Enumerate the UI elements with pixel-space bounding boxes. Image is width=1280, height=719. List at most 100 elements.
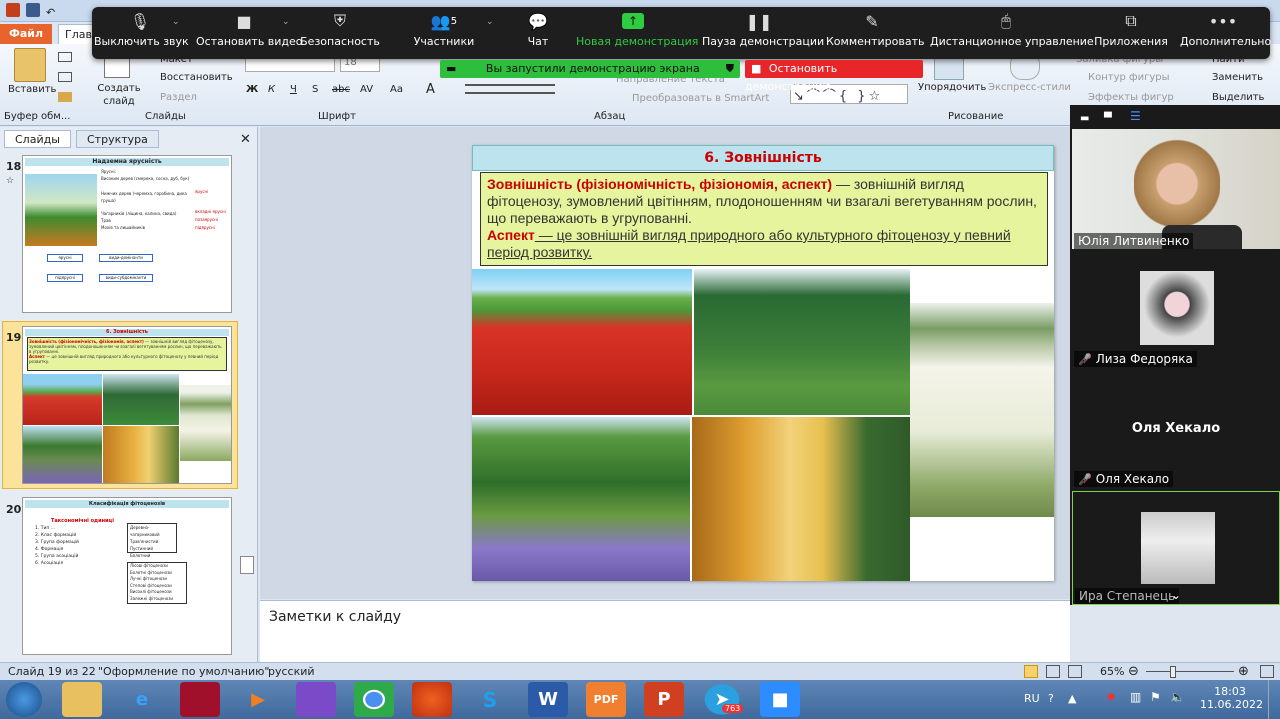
font-color-button[interactable]: A: [426, 82, 435, 97]
tab-slides[interactable]: Слайды: [4, 130, 71, 148]
thumb-box-item: Трав'янистий: [130, 539, 159, 544]
firefox-icon[interactable]: [412, 682, 452, 717]
remote-control-button[interactable]: 🖱 Дистанционное управление: [930, 7, 1094, 59]
section-button[interactable]: Раздел: [160, 92, 197, 103]
replace-button[interactable]: Заменить: [1212, 72, 1263, 83]
explorer-icon[interactable]: [62, 682, 102, 717]
format-painter-icon[interactable]: [58, 92, 72, 102]
zoom-level[interactable]: 65%: [1100, 663, 1124, 681]
skype-icon[interactable]: S: [470, 682, 510, 717]
flag-icon[interactable]: ⚑: [1150, 690, 1161, 704]
gallery-view-icon[interactable]: ☰: [1130, 109, 1141, 123]
slide-text-box[interactable]: Зовнішність (фізіономічність, фізіономія…: [480, 172, 1048, 266]
close-pane-icon[interactable]: ✕: [240, 132, 251, 147]
show-desktop-button[interactable]: [1268, 680, 1280, 719]
video-tile[interactable]: 🎤̸ Лиза Федоряка: [1072, 251, 1280, 369]
volume-icon[interactable]: 🔈: [1170, 690, 1185, 704]
reset-button[interactable]: Восстановить: [160, 72, 233, 83]
quick-styles-button[interactable]: Экспресс-стили: [988, 82, 1071, 93]
pdf-icon[interactable]: PDF: [586, 682, 626, 717]
tray-zoom-icon[interactable]: ✸: [1106, 690, 1116, 704]
slide-title[interactable]: 6. Зовнішність: [472, 145, 1054, 171]
video-tile[interactable]: Юлія Литвиненко: [1072, 129, 1280, 249]
shape-outline-button[interactable]: Контур фигуры: [1088, 72, 1170, 83]
help-icon[interactable]: ?: [1048, 692, 1054, 705]
copy-icon[interactable]: [58, 72, 72, 82]
internet-explorer-icon[interactable]: e: [122, 682, 162, 717]
save-floppy-icon[interactable]: [180, 682, 220, 717]
slide-notes[interactable]: Заметки к слайду: [260, 600, 1070, 662]
zoom-in-icon[interactable]: ⊕: [1238, 663, 1249, 681]
tray-chevron-icon[interactable]: ▲: [1068, 692, 1076, 705]
tab-outline[interactable]: Структура: [76, 130, 159, 148]
shadow-button[interactable]: S: [312, 84, 318, 95]
stop-share-button[interactable]: ■ Остановить демонстрацию: [745, 60, 923, 93]
word-icon[interactable]: W: [528, 682, 568, 717]
chrome-icon[interactable]: [354, 682, 394, 717]
file-tab[interactable]: Файл: [0, 24, 52, 44]
pane-scrollbar-thumb[interactable]: [240, 556, 254, 574]
keyboard-language[interactable]: RU: [1024, 692, 1040, 705]
zoom-out-icon[interactable]: ⊖: [1128, 663, 1139, 681]
underline-button[interactable]: Ч: [290, 84, 297, 95]
slide-thumb-18[interactable]: Надземна ярусність Ярусні: Високим дерев…: [22, 155, 232, 313]
undo-icon[interactable]: ↶: [46, 6, 55, 19]
save-icon[interactable]: [26, 3, 40, 17]
apps-button[interactable]: ⧉ Приложения: [1094, 7, 1168, 59]
normal-view-icon[interactable]: [1024, 665, 1038, 678]
chevron-down-icon[interactable]: ⌄: [282, 17, 290, 27]
language-indicator[interactable]: русский: [268, 663, 315, 681]
video-tile[interactable]: Оля Хекало 🎤̸ Оля Хекало: [1072, 371, 1280, 489]
arrange-button[interactable]: Упорядочить: [918, 82, 986, 93]
pause-share-button[interactable]: ❚❚ Пауза демонстрации: [702, 7, 824, 59]
reading-view-icon[interactable]: [1068, 665, 1082, 678]
bold-button[interactable]: Ж: [246, 84, 258, 95]
windows-start-button[interactable]: [6, 682, 42, 717]
more-label: Дополнительно: [1180, 35, 1272, 48]
security-button[interactable]: ⛨ Безопасность: [300, 7, 380, 59]
annotate-button[interactable]: ✎ Комментировать: [826, 7, 924, 59]
slide-thumb-20[interactable]: Класифікація фітоценозів Таксономічні од…: [22, 497, 232, 655]
new-slide-button[interactable]: Создать слайд: [97, 82, 141, 108]
participants-button[interactable]: 👥 5 Участники ⌄: [408, 7, 494, 59]
zoom-app-icon[interactable]: ■: [760, 682, 800, 717]
shape-effects-button[interactable]: Эффекты фигур: [1088, 92, 1174, 103]
fit-slide-icon[interactable]: [1260, 665, 1274, 678]
video-tile-active[interactable]: Ира Степанець ⌄: [1072, 491, 1280, 605]
participant-name-text: Оля Хекало: [1095, 472, 1170, 486]
slide-sorter-icon[interactable]: [1046, 665, 1060, 678]
zoom-slider-thumb[interactable]: [1170, 666, 1176, 678]
network-icon[interactable]: ▥: [1130, 690, 1141, 704]
align-buttons[interactable]: [465, 84, 555, 94]
select-button[interactable]: Выделить: [1212, 92, 1264, 103]
thumb-box-item: Болотні фітоценози: [130, 569, 172, 575]
new-share-button[interactable]: ↑ Новая демонстрация: [576, 7, 698, 59]
minimize-icon[interactable]: ▬: [1080, 113, 1089, 124]
chat-button[interactable]: 💬 Чат: [516, 7, 560, 59]
paste-icon[interactable]: [14, 48, 46, 82]
speaker-view-icon[interactable]: ▀: [1104, 113, 1112, 124]
onenote-icon[interactable]: [296, 682, 336, 717]
paste-button[interactable]: Вставить: [8, 84, 56, 95]
cut-icon[interactable]: [58, 52, 72, 62]
theme-name[interactable]: "Оформление по умолчанию": [98, 663, 269, 681]
slide-thumb-19[interactable]: 6. Зовнішність Зовнішність (фізіономічні…: [22, 326, 232, 484]
pause-icon: ❚❚: [745, 11, 773, 31]
remote-control-label: Дистанционное управление: [930, 35, 1094, 48]
chevron-down-icon[interactable]: ⌄: [486, 17, 494, 27]
stop-video-button[interactable]: ■ Остановить видео ⌄: [196, 7, 303, 59]
case-button[interactable]: Aa: [390, 84, 403, 95]
zoom-slider[interactable]: [1146, 671, 1234, 672]
powerpoint-taskbar-icon[interactable]: P: [644, 682, 684, 717]
strike-button[interactable]: abc: [332, 84, 350, 95]
mute-button[interactable]: 🎙 Выключить звук ⌄: [94, 7, 189, 59]
chevron-down-icon[interactable]: ⌄: [172, 17, 180, 27]
italic-button[interactable]: К: [268, 84, 275, 95]
media-player-icon[interactable]: ▶: [238, 682, 278, 717]
spacing-button[interactable]: AV: [360, 84, 373, 95]
current-slide[interactable]: 6. Зовнішність Зовнішність (фізіономічні…: [472, 145, 1054, 581]
chevron-down-icon[interactable]: ⌄: [1171, 588, 1181, 602]
more-button[interactable]: ••• Дополнительно: [1180, 7, 1272, 59]
clock[interactable]: 18:03 11.06.2022: [1200, 685, 1263, 711]
share-status-bar[interactable]: ▬ Вы запустили демонстрацию экрана ⛊: [440, 60, 740, 78]
